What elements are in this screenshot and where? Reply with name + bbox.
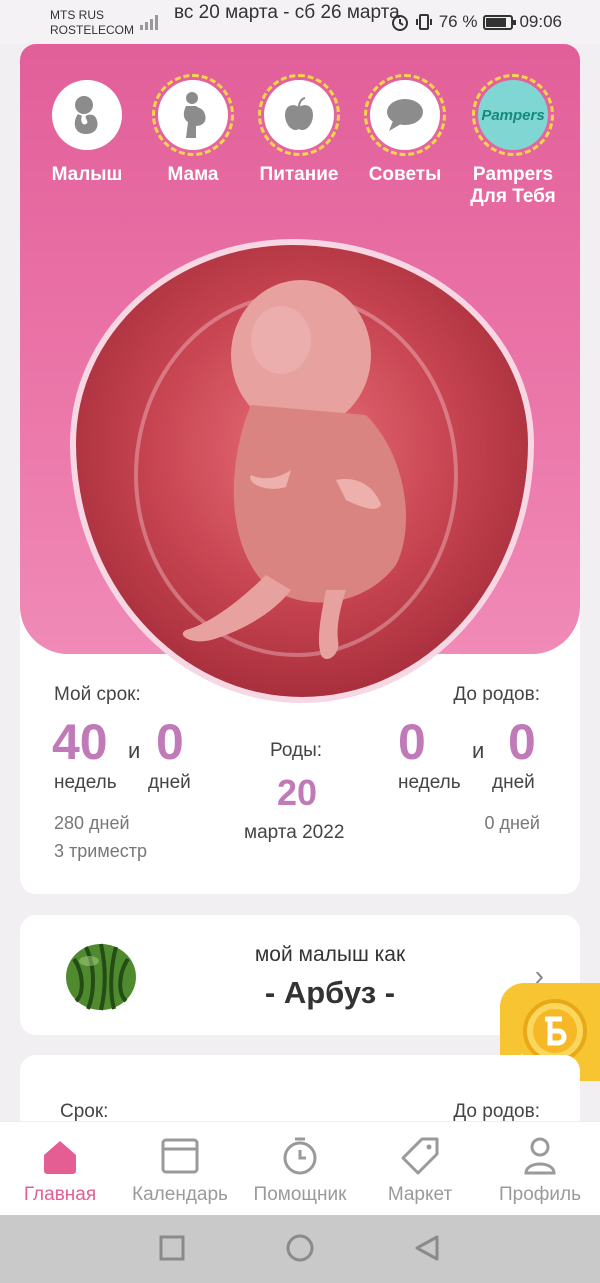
term-days: 0 — [156, 714, 184, 770]
term-and: и — [128, 738, 141, 763]
tab-market[interactable]: Маркет — [360, 1132, 480, 1206]
fetus-illustration[interactable] — [70, 239, 534, 703]
birth-day: 20 — [277, 772, 318, 813]
nav-pampers[interactable]: Pampers Pampers Для Тебя — [458, 74, 568, 208]
pregnancy-summary-card: Малыш Мама Питание Советы Pampers Pamper… — [20, 44, 580, 894]
baby-size-subtitle: мой малыш как — [254, 943, 406, 966]
birth-month-year: марта 2022 — [244, 822, 345, 843]
nav-mother-label: Мама — [167, 164, 219, 185]
carrier-line-2: ROSTELECOM — [50, 23, 135, 37]
home-button[interactable] — [285, 1233, 315, 1263]
clock: 09:06 — [519, 12, 562, 31]
pampers-logo: Pampers — [472, 74, 554, 156]
status-bar: MTS RUS ROSTELECOM вс 20 марта - сб 26 м… — [0, 0, 600, 44]
alarm-icon — [391, 15, 408, 31]
tab-home[interactable]: Главная — [0, 1132, 120, 1206]
mother-icon — [152, 74, 234, 156]
vibrate-icon — [415, 14, 432, 30]
tab-profile[interactable]: Профиль — [480, 1132, 600, 1206]
nav-tips[interactable]: Советы — [350, 74, 460, 186]
bottom-navigation: Главная Календарь Помощник Маркет Профил… — [0, 1121, 600, 1215]
pampers-logo-text: Pampers — [481, 106, 545, 124]
apple-icon — [258, 74, 340, 156]
my-term-label: Мой срок: — [54, 684, 141, 705]
nav-nutrition[interactable]: Питание — [244, 74, 354, 186]
battery-percent: 76 % — [438, 12, 478, 31]
stopwatch-icon — [240, 1132, 360, 1180]
term-stats: Мой срок: 40 и 0 недель дней 280 дней 3 … — [20, 664, 580, 894]
term-weeks: 40 — [52, 714, 108, 770]
secondary-term-label: Срок: — [60, 1101, 109, 1122]
system-navigation-bar — [0, 1215, 600, 1283]
term-total-days: 280 дней — [54, 813, 130, 833]
baby-size-fruit: - Арбуз - — [264, 975, 396, 1010]
term-weeks-label: недель — [54, 772, 117, 793]
carrier-info: MTS RUS ROSTELECOM — [50, 8, 134, 38]
tab-market-label: Маркет — [387, 1184, 453, 1205]
tab-calendar[interactable]: Календарь — [120, 1132, 240, 1206]
baby-icon — [52, 80, 122, 150]
tab-home-label: Главная — [23, 1184, 97, 1205]
nav-tips-label: Советы — [368, 164, 442, 185]
tab-assistant[interactable]: Помощник — [240, 1132, 360, 1206]
until-and: и — [472, 738, 485, 763]
birth-label: Роды: — [270, 740, 323, 761]
baby-size-card[interactable]: мой малыш как - Арбуз - › — [20, 915, 580, 1035]
term-days-label: дней — [148, 772, 191, 793]
recent-apps-button[interactable] — [158, 1233, 186, 1263]
calendar-icon — [120, 1132, 240, 1180]
until-days: 0 — [508, 714, 536, 770]
status-right: 76 % 09:06 — [391, 12, 562, 32]
tag-icon — [360, 1132, 480, 1180]
until-total-days: 0 дней — [484, 813, 540, 833]
until-birth-label: До родов: — [453, 684, 540, 705]
signal-icon — [140, 15, 158, 30]
category-nav: Малыш Мама Питание Советы Pampers Pamper… — [20, 74, 580, 220]
tab-calendar-label: Календарь — [132, 1184, 228, 1205]
back-button[interactable] — [413, 1233, 441, 1263]
battery-icon — [483, 14, 517, 30]
until-weeks-label: недель — [398, 772, 461, 793]
until-days-label: дней — [492, 772, 535, 793]
nav-mother[interactable]: Мама — [138, 74, 248, 186]
tab-assistant-label: Помощник — [253, 1184, 347, 1205]
notification-date-range: вс 20 марта - сб 26 марта — [174, 2, 400, 23]
nav-pampers-label: Pampers Для Тебя — [470, 164, 556, 207]
until-weeks: 0 — [398, 714, 426, 770]
nav-baby-label: Малыш — [51, 164, 123, 185]
speech-bubble-icon — [364, 74, 446, 156]
profile-icon — [480, 1132, 600, 1180]
term-trimester: 3 триместр — [54, 841, 147, 861]
home-icon — [0, 1132, 120, 1180]
nav-baby[interactable]: Малыш — [32, 80, 142, 186]
nav-nutrition-label: Питание — [259, 164, 339, 185]
carrier-line-1: MTS RUS — [50, 8, 104, 22]
secondary-until-label: До родов: — [453, 1101, 540, 1122]
tab-profile-label: Профиль — [498, 1184, 582, 1205]
